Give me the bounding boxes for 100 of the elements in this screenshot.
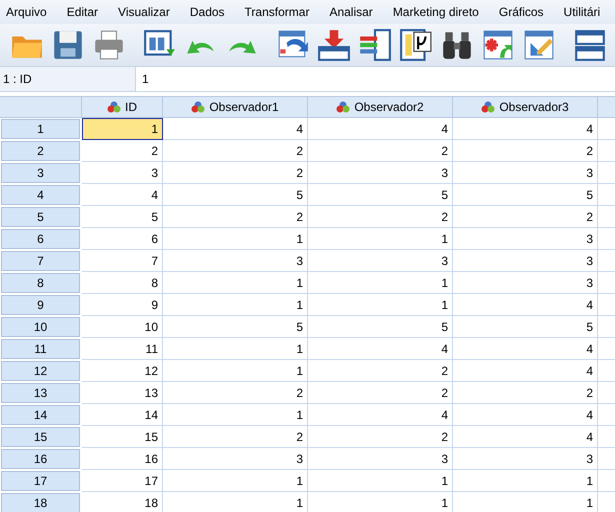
row-number[interactable]: 14 <box>1 405 80 425</box>
table-cell[interactable]: 8 <box>82 272 163 294</box>
table-cell[interactable]: 4 <box>453 118 598 140</box>
table-cell[interactable]: 4 <box>453 404 598 426</box>
table-cell[interactable]: 5 <box>453 316 598 338</box>
table-cell[interactable]: 5 <box>82 206 163 228</box>
table-cell[interactable]: 1 <box>453 470 598 492</box>
row-number[interactable]: 5 <box>1 207 80 227</box>
table-cell[interactable]: 1 <box>163 338 308 360</box>
table-cell[interactable]: 2 <box>163 140 308 162</box>
table-cell[interactable]: 3 <box>82 162 163 184</box>
table-cell[interactable]: 12 <box>82 360 163 382</box>
row-number[interactable]: 11 <box>1 339 80 359</box>
menu-item[interactable]: Gráficos <box>492 5 551 19</box>
table-cell[interactable]: 18 <box>82 492 163 512</box>
table-cell[interactable]: 1 <box>163 404 308 426</box>
row-number[interactable]: 17 <box>1 471 80 491</box>
table-cell[interactable]: 4 <box>453 294 598 316</box>
table-cell[interactable]: 4 <box>453 426 598 448</box>
table-cell[interactable]: 3 <box>453 272 598 294</box>
table-cell[interactable]: 6 <box>82 228 163 250</box>
menu-item[interactable]: Dados <box>184 5 232 19</box>
value-labels-icon[interactable] <box>399 28 433 62</box>
table-cell[interactable]: 3 <box>453 228 598 250</box>
column-header[interactable]: Observador3 <box>453 96 598 118</box>
table-cell[interactable]: 1 <box>453 492 598 512</box>
table-cell[interactable]: 4 <box>308 404 453 426</box>
row-number[interactable]: 1 <box>1 119 80 139</box>
row-number[interactable]: 15 <box>1 427 80 447</box>
table-cell[interactable]: 2 <box>308 206 453 228</box>
menu-item[interactable]: Marketing direto <box>386 5 486 19</box>
table-icon[interactable] <box>573 28 607 62</box>
row-number[interactable]: 2 <box>1 141 80 161</box>
table-cell[interactable]: 1 <box>308 272 453 294</box>
row-number[interactable]: 9 <box>1 295 80 315</box>
table-cell[interactable]: 1 <box>163 294 308 316</box>
table-cell[interactable]: 1 <box>308 470 453 492</box>
table-cell[interactable]: 3 <box>308 448 453 470</box>
table-cell[interactable]: 5 <box>308 184 453 206</box>
row-number[interactable]: 16 <box>1 449 80 469</box>
save-icon[interactable] <box>51 28 85 62</box>
select-cases-icon[interactable] <box>522 28 556 62</box>
menu-item[interactable]: Editar <box>60 5 106 19</box>
row-number[interactable]: 13 <box>1 383 80 403</box>
table-cell[interactable]: 2 <box>82 140 163 162</box>
table-cell[interactable]: 1 <box>308 294 453 316</box>
menu-item[interactable]: Utilitári <box>558 5 608 19</box>
table-cell[interactable]: 10 <box>82 316 163 338</box>
table-cell[interactable]: 4 <box>163 118 308 140</box>
table-cell[interactable]: 5 <box>163 316 308 338</box>
row-number[interactable]: 6 <box>1 229 80 249</box>
row-number[interactable]: 10 <box>1 317 80 337</box>
table-cell[interactable]: 5 <box>308 316 453 338</box>
table-cell[interactable]: 2 <box>453 382 598 404</box>
menu-item[interactable]: Arquivo <box>0 5 54 19</box>
row-number[interactable]: 8 <box>1 273 80 293</box>
table-cell[interactable]: 1 <box>308 492 453 512</box>
table-cell[interactable]: 2 <box>163 162 308 184</box>
table-cell[interactable]: 14 <box>82 404 163 426</box>
table-cell[interactable]: 2 <box>308 382 453 404</box>
table-cell[interactable]: 3 <box>308 250 453 272</box>
table-cell[interactable]: 2 <box>163 206 308 228</box>
table-cell[interactable]: 2 <box>308 426 453 448</box>
table-cell[interactable]: 3 <box>163 250 308 272</box>
table-cell[interactable]: 3 <box>308 162 453 184</box>
table-cell[interactable]: 2 <box>163 382 308 404</box>
column-header[interactable]: ID <box>82 96 163 118</box>
table-cell[interactable]: 7 <box>82 250 163 272</box>
table-cell[interactable]: 3 <box>163 448 308 470</box>
table-cell[interactable]: 1 <box>163 228 308 250</box>
table-cell[interactable]: 4 <box>453 360 598 382</box>
split-table-icon[interactable] <box>481 28 515 62</box>
menu-item[interactable]: Visualizar <box>112 5 177 19</box>
column-header[interactable]: Observador2 <box>308 96 453 118</box>
insert-row-icon[interactable] <box>317 28 351 62</box>
table-cell[interactable]: 5 <box>163 184 308 206</box>
table-cell[interactable]: 3 <box>453 162 598 184</box>
table-cell[interactable]: 2 <box>163 426 308 448</box>
table-cell[interactable]: 15 <box>82 426 163 448</box>
row-number[interactable]: 4 <box>1 185 80 205</box>
table-cell[interactable]: 11 <box>82 338 163 360</box>
insert-column-icon[interactable] <box>358 28 392 62</box>
column-header[interactable]: Observador1 <box>163 96 308 118</box>
row-number[interactable]: 18 <box>1 493 80 512</box>
table-cell[interactable]: 1 <box>163 360 308 382</box>
table-cell[interactable]: 9 <box>82 294 163 316</box>
table-cell[interactable]: 16 <box>82 448 163 470</box>
table-cell[interactable]: 13 <box>82 382 163 404</box>
table-cell[interactable]: 3 <box>453 250 598 272</box>
menu-item[interactable]: Analisar <box>323 5 380 19</box>
table-cell[interactable]: 1 <box>308 228 453 250</box>
table-cell[interactable]: 1 <box>163 272 308 294</box>
header-corner[interactable] <box>0 96 82 118</box>
table-cell[interactable]: 4 <box>453 338 598 360</box>
row-number[interactable]: 7 <box>1 251 80 271</box>
table-cell[interactable]: 3 <box>453 448 598 470</box>
table-cell[interactable]: 4 <box>308 338 453 360</box>
row-number[interactable]: 3 <box>1 163 80 183</box>
menu-item[interactable]: Transformar <box>238 5 316 19</box>
table-cell[interactable]: 1 <box>82 118 163 140</box>
